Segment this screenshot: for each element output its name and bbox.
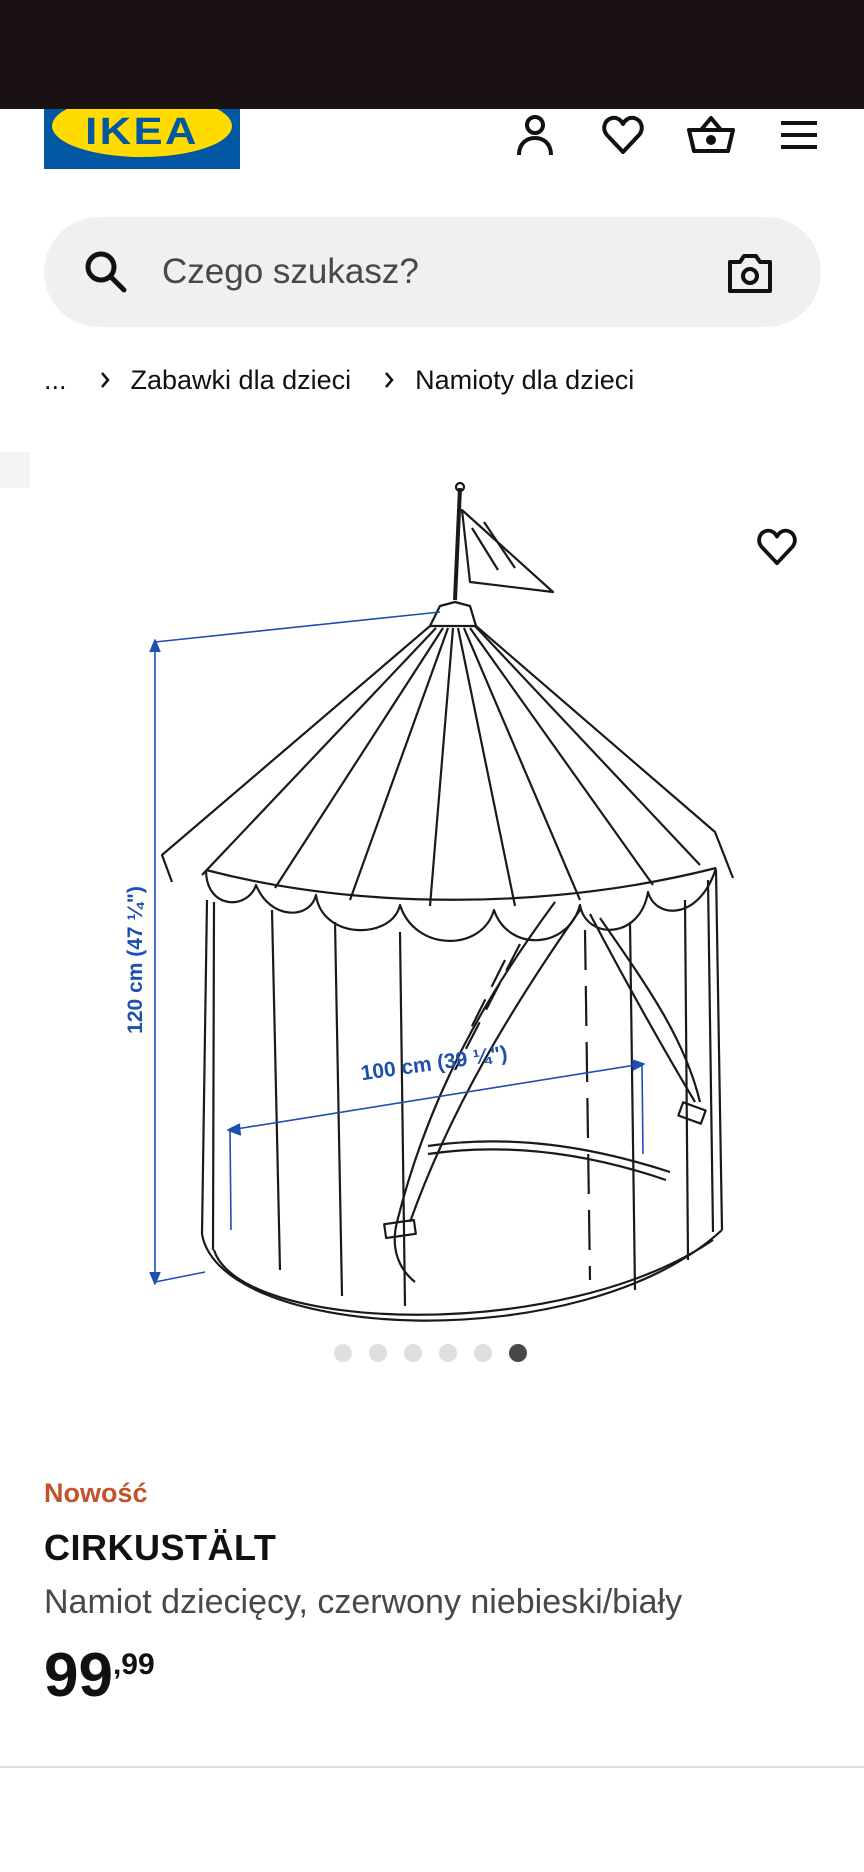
price-decimal: ,99 bbox=[112, 1648, 155, 1681]
pagination-dot[interactable] bbox=[474, 1344, 492, 1362]
tent-dimension-image: 120 cm (47 ¼") 100 cm (39 ¼") bbox=[124, 481, 735, 1322]
gallery-pagination bbox=[334, 1344, 527, 1362]
height-dimension-label: 120 cm (47 ¼") bbox=[124, 886, 147, 1034]
product-price: 99 ,99 bbox=[44, 1644, 824, 1708]
price-integer: 99 bbox=[44, 1641, 113, 1710]
product-image-gallery[interactable]: 120 cm (47 ¼") 100 cm (39 ¼") bbox=[0, 450, 864, 1350]
user-icon[interactable] bbox=[509, 109, 561, 161]
heart-icon bbox=[757, 528, 797, 566]
breadcrumb: ... Zabawki dla dzieci Namioty dla dziec… bbox=[44, 360, 634, 400]
product-info: Nowość CIRKUSTÄLT Namiot dziecięcy, czer… bbox=[44, 1478, 824, 1708]
chevron-right-icon bbox=[99, 371, 111, 389]
camera-icon[interactable] bbox=[726, 249, 774, 297]
search-bar[interactable] bbox=[44, 217, 821, 327]
breadcrumb-item-toys[interactable]: Zabawki dla dzieci bbox=[131, 365, 352, 396]
product-description: Namiot dziecięcy, czerwony niebieski/bia… bbox=[44, 1583, 683, 1621]
pagination-dot[interactable] bbox=[334, 1344, 352, 1362]
search-icon[interactable] bbox=[82, 248, 130, 296]
add-to-favourites-button[interactable] bbox=[750, 520, 804, 574]
pagination-dot[interactable] bbox=[369, 1344, 387, 1362]
logo-text: IKEA bbox=[85, 111, 199, 153]
previous-image-edge bbox=[0, 452, 30, 488]
divider bbox=[0, 1766, 864, 1768]
breadcrumb-ellipsis[interactable]: ... bbox=[44, 365, 67, 396]
heart-icon[interactable] bbox=[597, 109, 649, 161]
header: IKEA bbox=[0, 109, 864, 189]
width-dimension-label: 100 cm (39 ¼") bbox=[359, 1042, 508, 1085]
menu-icon[interactable] bbox=[773, 109, 825, 161]
pagination-dot-active[interactable] bbox=[509, 1344, 527, 1362]
pagination-dot[interactable] bbox=[439, 1344, 457, 1362]
pagination-dot[interactable] bbox=[404, 1344, 422, 1362]
search-input[interactable] bbox=[162, 245, 642, 299]
new-badge: Nowość bbox=[44, 1478, 148, 1508]
chevron-right-icon bbox=[383, 371, 395, 389]
status-bar bbox=[0, 0, 864, 109]
basket-icon[interactable] bbox=[685, 109, 737, 161]
ikea-logo[interactable]: IKEA bbox=[44, 109, 240, 169]
product-name: CIRKUSTÄLT bbox=[44, 1527, 277, 1568]
breadcrumb-item-tents[interactable]: Namioty dla dzieci bbox=[415, 365, 634, 396]
